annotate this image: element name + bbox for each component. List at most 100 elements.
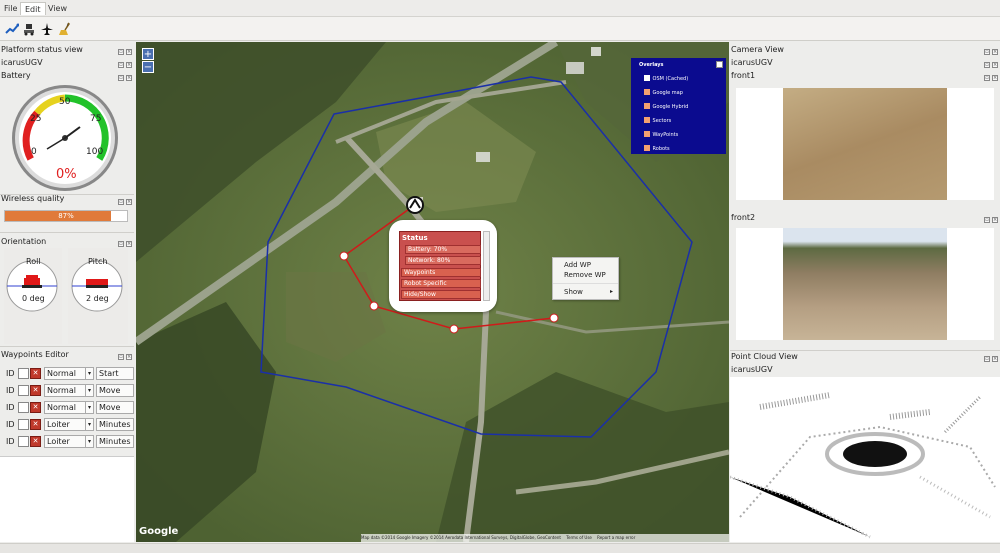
waypoint-checkbox[interactable] [18,368,29,379]
plane-icon[interactable] [38,20,55,37]
waypoint-mode-select[interactable]: Loiter ▾ [44,418,94,431]
camera-view-title: Camera View [731,45,784,54]
overlay-checkbox[interactable] [644,116,650,123]
delete-icon[interactable]: ✕ [30,368,41,379]
waypoint-mode: Loiter [47,420,70,429]
status-menu: Status Battery: 70% Network: 80% Waypoin… [399,231,481,301]
chevron-down-icon: ▾ [85,402,93,413]
panel-controls[interactable]: ▫ × [982,214,998,223]
waypoint-mode-select[interactable]: Normal ▾ [44,401,94,414]
report-link[interactable]: Report a map error [597,535,635,540]
gauge-tick-100: 100 [86,147,104,157]
route-icon[interactable] [3,20,20,37]
front2-view [736,228,994,340]
panel-controls[interactable]: ▫ × [116,46,132,55]
chevron-down-icon: ▾ [85,436,93,447]
robot-icon[interactable] [20,20,37,37]
delete-icon[interactable]: ✕ [30,419,41,430]
overlay-robots[interactable]: Robots [644,143,670,152]
panel-controls[interactable]: ▫ × [116,59,132,68]
menubar: File Edit View [0,0,1000,17]
overlays-title: Overlays [639,62,664,68]
overlay-checkbox[interactable] [644,88,650,95]
delete-icon[interactable]: ✕ [30,436,41,447]
waypoint-id: ID [6,403,15,412]
terms-link[interactable]: Terms of Use [566,535,592,540]
panel-controls[interactable]: ▫ × [982,72,998,81]
status-bar [0,543,1000,553]
menu-view[interactable]: View [44,2,71,15]
waypoint-checkbox[interactable] [18,419,29,430]
overlay-checkbox[interactable] [644,102,650,109]
overlay-google-map[interactable]: Google map [644,87,683,96]
waypoint-action[interactable]: Move [96,384,134,397]
waypoint-id: ID [6,437,15,446]
status-item-waypoints[interactable]: Waypoints [401,268,481,277]
context-add-wp[interactable]: Add WP [564,261,591,269]
panel-controls[interactable]: ▫ × [116,351,132,360]
overlay-google-hybrid[interactable]: Google Hybrid [644,101,688,110]
pitch-label: Pitch [88,257,108,266]
overlay-waypoints[interactable]: WayPoints [644,129,678,138]
divider [0,346,134,347]
overlay-sectors[interactable]: Sectors [644,115,671,124]
front1-title: front1 [731,71,756,80]
status-network: Network: 80% [405,256,481,265]
wireless-title: Wireless quality [1,194,65,203]
divider [0,232,134,233]
panel-controls[interactable]: ▫ × [982,353,998,362]
pitch-value: 2 deg [86,294,109,303]
overlay-checkbox[interactable] [644,144,650,151]
waypoint-mode-select[interactable]: Normal ▾ [44,384,94,397]
pointcloud-robot-name: icarusUGV [731,365,773,374]
waypoint-mode: Loiter [47,437,70,446]
waypoint-mode-select[interactable]: Loiter ▾ [44,435,94,448]
front1-view [736,88,994,200]
status-item-robot-specific[interactable]: Robot Specific [401,279,481,288]
menu-edit[interactable]: Edit [20,2,46,15]
waypoint-mode-select[interactable]: Normal ▾ [44,367,94,380]
gauge-tick-0: 0 [31,147,37,157]
map-attribution-bar: Map data ©2014 Google Imagery ©2014 Aero… [361,534,729,542]
menu-file[interactable]: File [0,2,21,15]
pointcloud-title: Point Cloud View [731,352,798,361]
waypoint-checkbox[interactable] [18,436,29,447]
popup-scrollbar[interactable] [483,231,490,301]
roll-indicator: Roll 0 deg [4,248,62,344]
waypoint-action[interactable]: Minutes [96,435,134,448]
context-menu: Add WP Remove WP Show ▸ [552,257,619,300]
status-item-hide-show[interactable]: Hide/Show [401,290,481,299]
overlay-osm[interactable]: OSM (Cached) [644,73,688,82]
waypoint-mode: Normal [47,386,76,395]
zoom-out-button[interactable]: − [142,61,154,73]
waypoint-checkbox[interactable] [18,385,29,396]
gauge-tick-25: 25 [30,114,42,124]
panel-controls[interactable]: ▫ × [116,72,132,81]
overlay-checkbox[interactable] [644,74,650,81]
waypoints-title: Waypoints Editor [1,350,69,359]
delete-icon[interactable]: ✕ [30,385,41,396]
context-remove-wp[interactable]: Remove WP [564,271,606,279]
waypoint-action[interactable]: Start [96,367,134,380]
camera-robot-name: icarusUGV [731,58,773,67]
panel-controls[interactable]: ▫ × [116,196,132,205]
panel-controls[interactable]: ▫ × [982,46,998,55]
zoom-in-button[interactable]: + [142,48,154,60]
overlay-label: Google Hybrid [652,104,689,110]
chevron-down-icon: ▾ [85,368,93,379]
wireless-label: 87% [58,212,74,220]
pointcloud-view[interactable] [730,377,1000,542]
panel-controls[interactable]: ▫ × [116,238,132,247]
waypoints-empty-area [0,456,134,542]
broom-icon[interactable] [56,20,73,37]
map-view[interactable]: + − Overlays OSM (Cached) Google map Goo… [136,42,729,542]
panel-controls[interactable]: ▫ × [982,59,998,68]
context-show[interactable]: Show [564,288,583,296]
waypoint-action[interactable]: Minutes [96,418,134,431]
delete-icon[interactable]: ✕ [30,402,41,413]
waypoint-checkbox[interactable] [18,402,29,413]
waypoint-action[interactable]: Move [96,401,134,414]
waypoint-mode: Normal [47,369,76,378]
overlays-toggle[interactable] [716,61,723,68]
overlay-checkbox[interactable] [644,130,650,137]
